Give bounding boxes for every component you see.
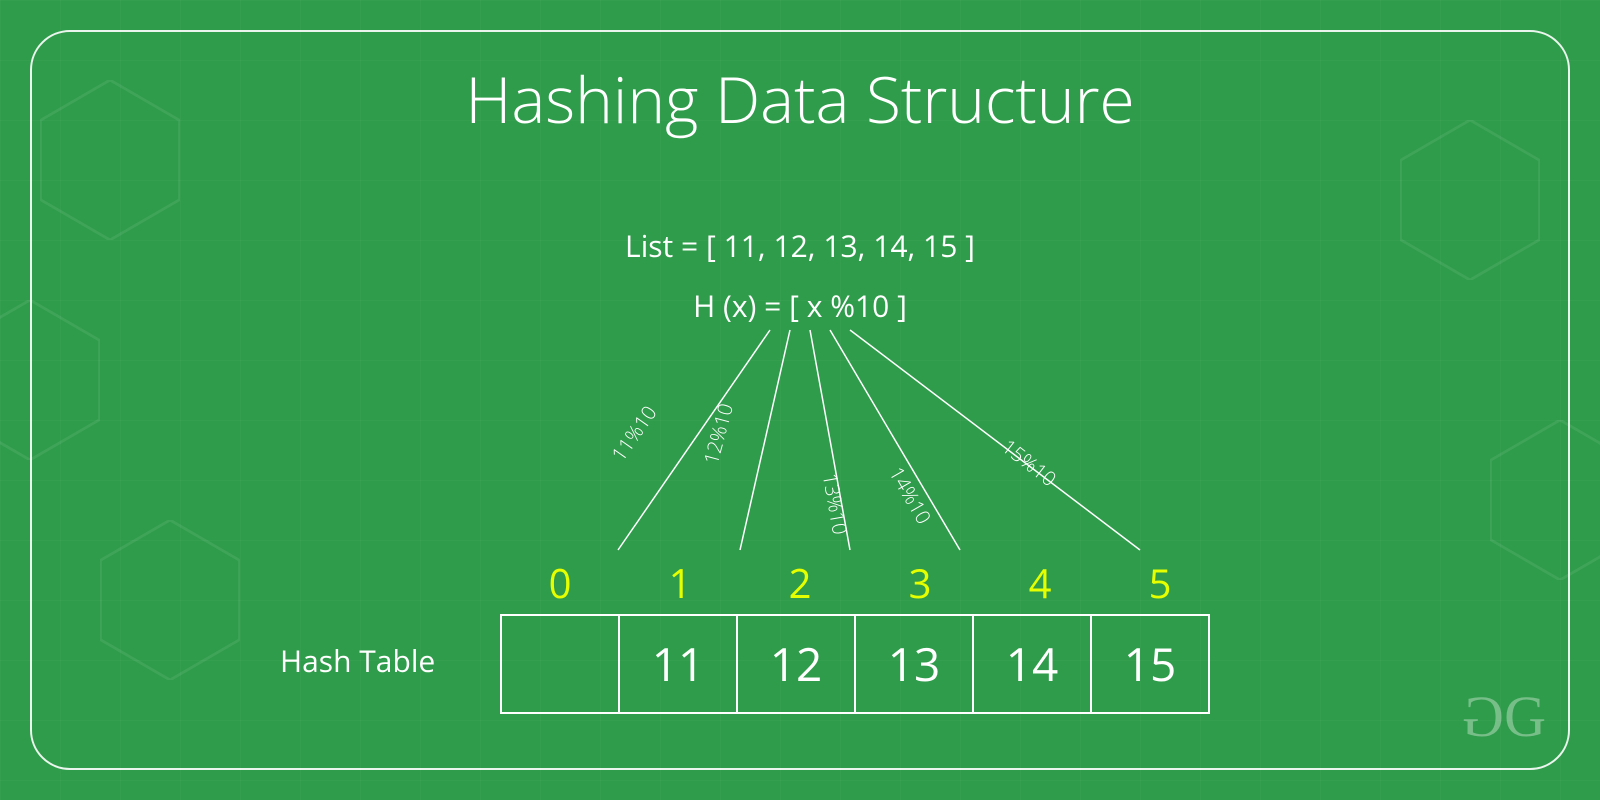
index-2: 2 [740,555,860,610]
hash-cell-3: 13 [854,614,974,714]
hash-table-indices: 0 1 2 3 4 5 [500,555,1220,610]
hash-cell-5: 15 [1090,614,1210,714]
hash-cell-1: 11 [618,614,738,714]
diagram-title: Hashing Data Structure [0,55,1600,142]
hash-cell-4: 14 [972,614,1092,714]
index-5: 5 [1100,555,1220,610]
hash-function: H (x) = [ x %10 ] [0,285,1600,326]
index-4: 4 [980,555,1100,610]
hash-table: 11 12 13 14 15 [500,614,1210,714]
index-3: 3 [860,555,980,610]
hash-cell-2: 12 [736,614,856,714]
list-definition: List = [ 11, 12, 13, 14, 15 ] [0,225,1600,266]
hash-table-label: Hash Table [280,640,435,681]
index-1: 1 [620,555,740,610]
hash-cell-0 [500,614,620,714]
index-0: 0 [500,555,620,610]
